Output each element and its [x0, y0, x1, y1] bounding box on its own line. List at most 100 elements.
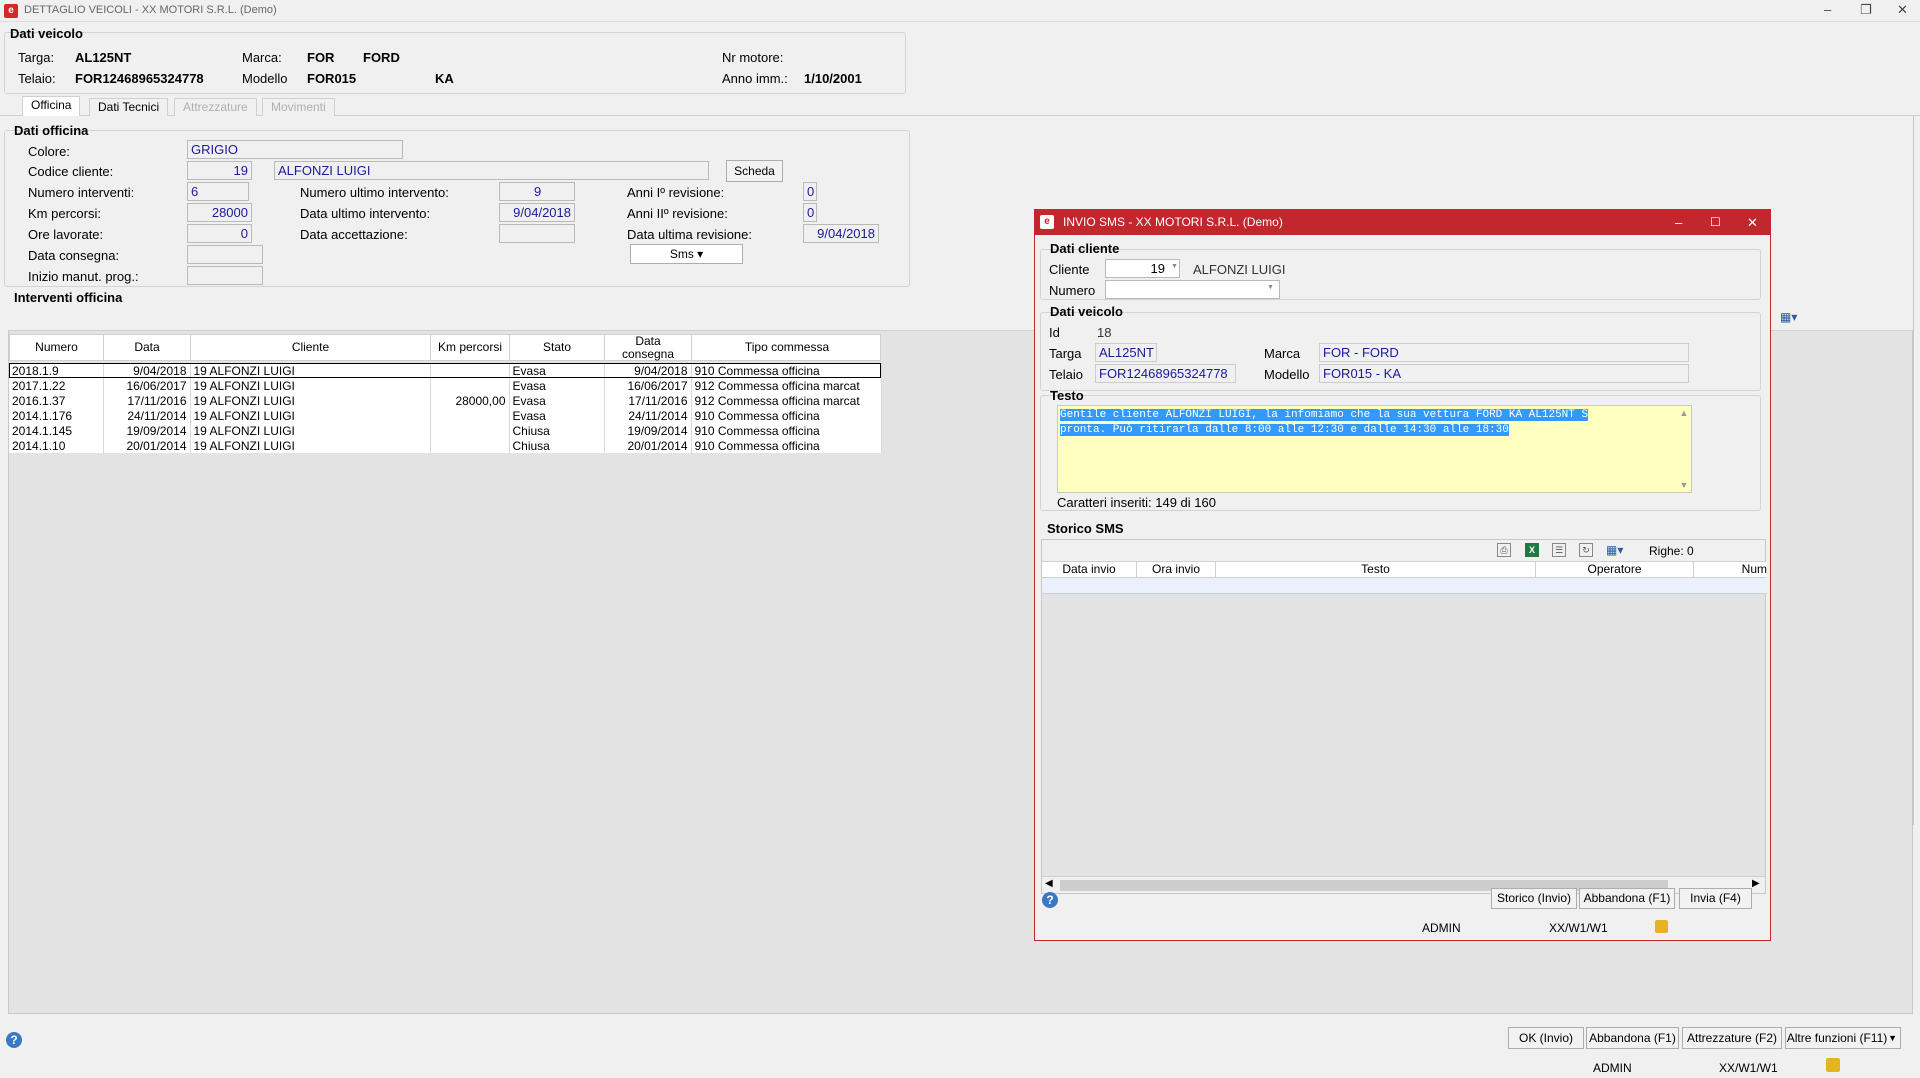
ore-field[interactable]: 0	[187, 224, 252, 243]
cell-stato: Evasa	[509, 393, 605, 408]
anni2-field[interactable]: 0	[803, 203, 817, 222]
excel-icon[interactable]: X	[1525, 543, 1539, 557]
consegna-field[interactable]	[187, 245, 263, 264]
footer-path: XX/W1/W1	[1719, 1061, 1778, 1075]
inizio-field[interactable]	[187, 266, 263, 285]
sms-id-label: Id	[1049, 325, 1060, 340]
sms-testo-textarea[interactable]: Gentile cliente ALFONZI LUIGI, la infomi…	[1057, 405, 1692, 493]
filter-icon[interactable]: ▦▾	[1606, 543, 1623, 557]
cell-stato: Evasa	[509, 408, 605, 423]
sms-dialog: e INVIO SMS - XX MOTORI S.R.L. (Demo) – …	[1034, 209, 1771, 941]
cell-cliente: 19 ALFONZI LUIGI	[190, 423, 431, 438]
cell-data: 9/04/2018	[103, 363, 191, 378]
col-data-consegna[interactable]: Data consegna	[605, 334, 692, 360]
sms-storico-header: Data invio Ora invio Testo Operatore Num	[1042, 562, 1767, 578]
cell-numero: 2014.1.10	[9, 438, 104, 453]
col-operatore[interactable]: Operatore	[1536, 562, 1694, 577]
sms-id-value: 18	[1097, 325, 1112, 340]
col-data-invio[interactable]: Data invio	[1042, 562, 1137, 577]
modello-label: Modello	[242, 71, 288, 86]
ok-button[interactable]: OK (Invio)	[1508, 1027, 1584, 1049]
export-icon[interactable]: ⎙	[1497, 543, 1511, 557]
anno-label: Anno imm.:	[722, 71, 788, 86]
ultima-rev-field[interactable]: 9/04/2018	[803, 224, 879, 243]
col-num[interactable]: Num	[1694, 562, 1767, 577]
filter-icon[interactable]: ▦▾	[1780, 310, 1797, 324]
storico-button[interactable]: Storico (Invio)	[1491, 888, 1577, 909]
scroll-right-icon[interactable]: ▶	[1752, 878, 1760, 889]
chevron-down-icon: ▼	[1171, 263, 1178, 270]
col-tipo-commessa[interactable]: Tipo commessa	[692, 335, 882, 360]
cell-numero: 2017.1.22	[9, 378, 104, 393]
scheda-button[interactable]: Scheda	[726, 160, 783, 182]
col-numero[interactable]: Numero	[10, 335, 104, 360]
col-km[interactable]: Km percorsi	[431, 335, 510, 360]
sms-help-icon[interactable]: ?	[1042, 892, 1058, 908]
table-row[interactable]: 2014.1.145 19/09/2014 19 ALFONZI LUIGI Chiu…	[9, 423, 882, 438]
officina-section-title: Dati officina	[14, 123, 89, 138]
cell-data: 20/01/2014	[103, 438, 191, 453]
table-row[interactable]: 2016.1.37 17/11/2016 19 ALFONZI LUIGI 28000…	[9, 393, 882, 408]
sms-abbandona-button[interactable]: Abbandona (F1)	[1579, 888, 1675, 909]
col-testo[interactable]: Testo	[1216, 562, 1536, 577]
cell-data-consegna: 20/01/2014	[604, 438, 692, 453]
sms-close-icon[interactable]: ✕	[1747, 210, 1758, 235]
scroll-down-icon[interactable]: ▼	[1677, 480, 1691, 490]
col-stato[interactable]: Stato	[510, 335, 605, 360]
table-row[interactable]: 2014.1.10 20/01/2014 19 ALFONZI LUIGI Chius…	[9, 438, 882, 453]
altre-funzioni-button[interactable]: Altre funzioni (F11) ▼	[1785, 1027, 1901, 1049]
sms-numero-label: Numero	[1049, 283, 1096, 298]
sms-minimize-icon[interactable]: –	[1675, 210, 1682, 235]
num-interventi-field: 6	[187, 182, 249, 201]
km-label: Km percorsi:	[28, 206, 101, 221]
help-icon[interactable]: ?	[6, 1032, 22, 1048]
anni1-field[interactable]: 0	[803, 182, 817, 201]
cell-data-consegna: 19/09/2014	[604, 423, 692, 438]
ultima-rev-label: Data ultima revisione:	[627, 227, 752, 242]
close-icon[interactable]: ✕	[1897, 2, 1908, 18]
inizio-label: Inizio manut. prog.:	[28, 269, 139, 284]
refresh-icon[interactable]: ↻	[1579, 543, 1593, 557]
scroll-left-icon[interactable]: ◀	[1045, 878, 1053, 889]
footer-user: ADMIN	[1593, 1061, 1632, 1075]
sms-maximize-icon[interactable]: ☐	[1710, 210, 1721, 235]
table-row[interactable]: 2014.1.176 24/11/2014 19 ALFONZI LUIGI Evas…	[9, 408, 882, 423]
sms-notes-icon[interactable]	[1655, 920, 1668, 933]
cell-cliente: 19 ALFONZI LUIGI	[190, 378, 431, 393]
consegna-label: Data consegna:	[28, 248, 120, 263]
cell-stato: Evasa	[509, 363, 605, 378]
codice-cliente-label: Codice cliente:	[28, 164, 114, 179]
table-row[interactable]: 2017.1.22 16/06/2017 19 ALFONZI LUIGI Evasa…	[9, 378, 882, 393]
invia-button[interactable]: Invia (F4)	[1679, 888, 1752, 909]
scroll-up-icon[interactable]: ▲	[1677, 408, 1691, 418]
textarea-scrollbar[interactable]: ▲ ▼	[1677, 406, 1691, 492]
marca-label: Marca:	[242, 50, 282, 65]
cell-data-consegna: 9/04/2018	[604, 363, 692, 378]
sms-cliente-code-select[interactable]: 19	[1105, 259, 1180, 278]
minimize-icon[interactable]: –	[1824, 2, 1831, 17]
cell-tipo-commessa: 910 Commessa officina	[691, 438, 882, 453]
attrezzature-button[interactable]: Attrezzature (F2)	[1682, 1027, 1782, 1049]
sms-dropdown-button[interactable]: Sms ▾	[630, 244, 743, 264]
restore-icon[interactable]: ❐	[1860, 2, 1872, 18]
col-cliente[interactable]: Cliente	[191, 335, 431, 360]
colore-field[interactable]: GRIGIO	[187, 140, 403, 159]
cell-km	[430, 378, 510, 393]
columns-icon[interactable]: ☰	[1552, 543, 1566, 557]
sms-app-icon: e	[1040, 215, 1054, 229]
abbandona-button[interactable]: Abbandona (F1)	[1586, 1027, 1679, 1049]
officina-group	[4, 130, 910, 287]
notes-icon[interactable]	[1826, 1058, 1840, 1072]
tab-officina[interactable]: Officina	[22, 96, 81, 116]
col-ora-invio[interactable]: Ora invio	[1137, 562, 1216, 577]
sms-storico-filter-row[interactable]	[1042, 578, 1767, 594]
table-row[interactable]: 2018.1.9 9/04/2018 19 ALFONZI LUIGI Evasa 9/…	[9, 363, 882, 378]
col-data[interactable]: Data	[104, 335, 191, 360]
accettazione-label: Data accettazione:	[300, 227, 408, 242]
sms-testo-line1: Gentile cliente ALFONZI LUIGI, la infomi…	[1060, 409, 1589, 421]
km-field[interactable]: 28000	[187, 203, 252, 222]
codice-cliente-field[interactable]: 19	[187, 161, 252, 180]
tab-dati-tecnici[interactable]: Dati Tecnici	[89, 98, 169, 116]
anni1-label: Anni Iº revisione:	[627, 185, 725, 200]
sms-numero-select[interactable]	[1105, 280, 1280, 299]
